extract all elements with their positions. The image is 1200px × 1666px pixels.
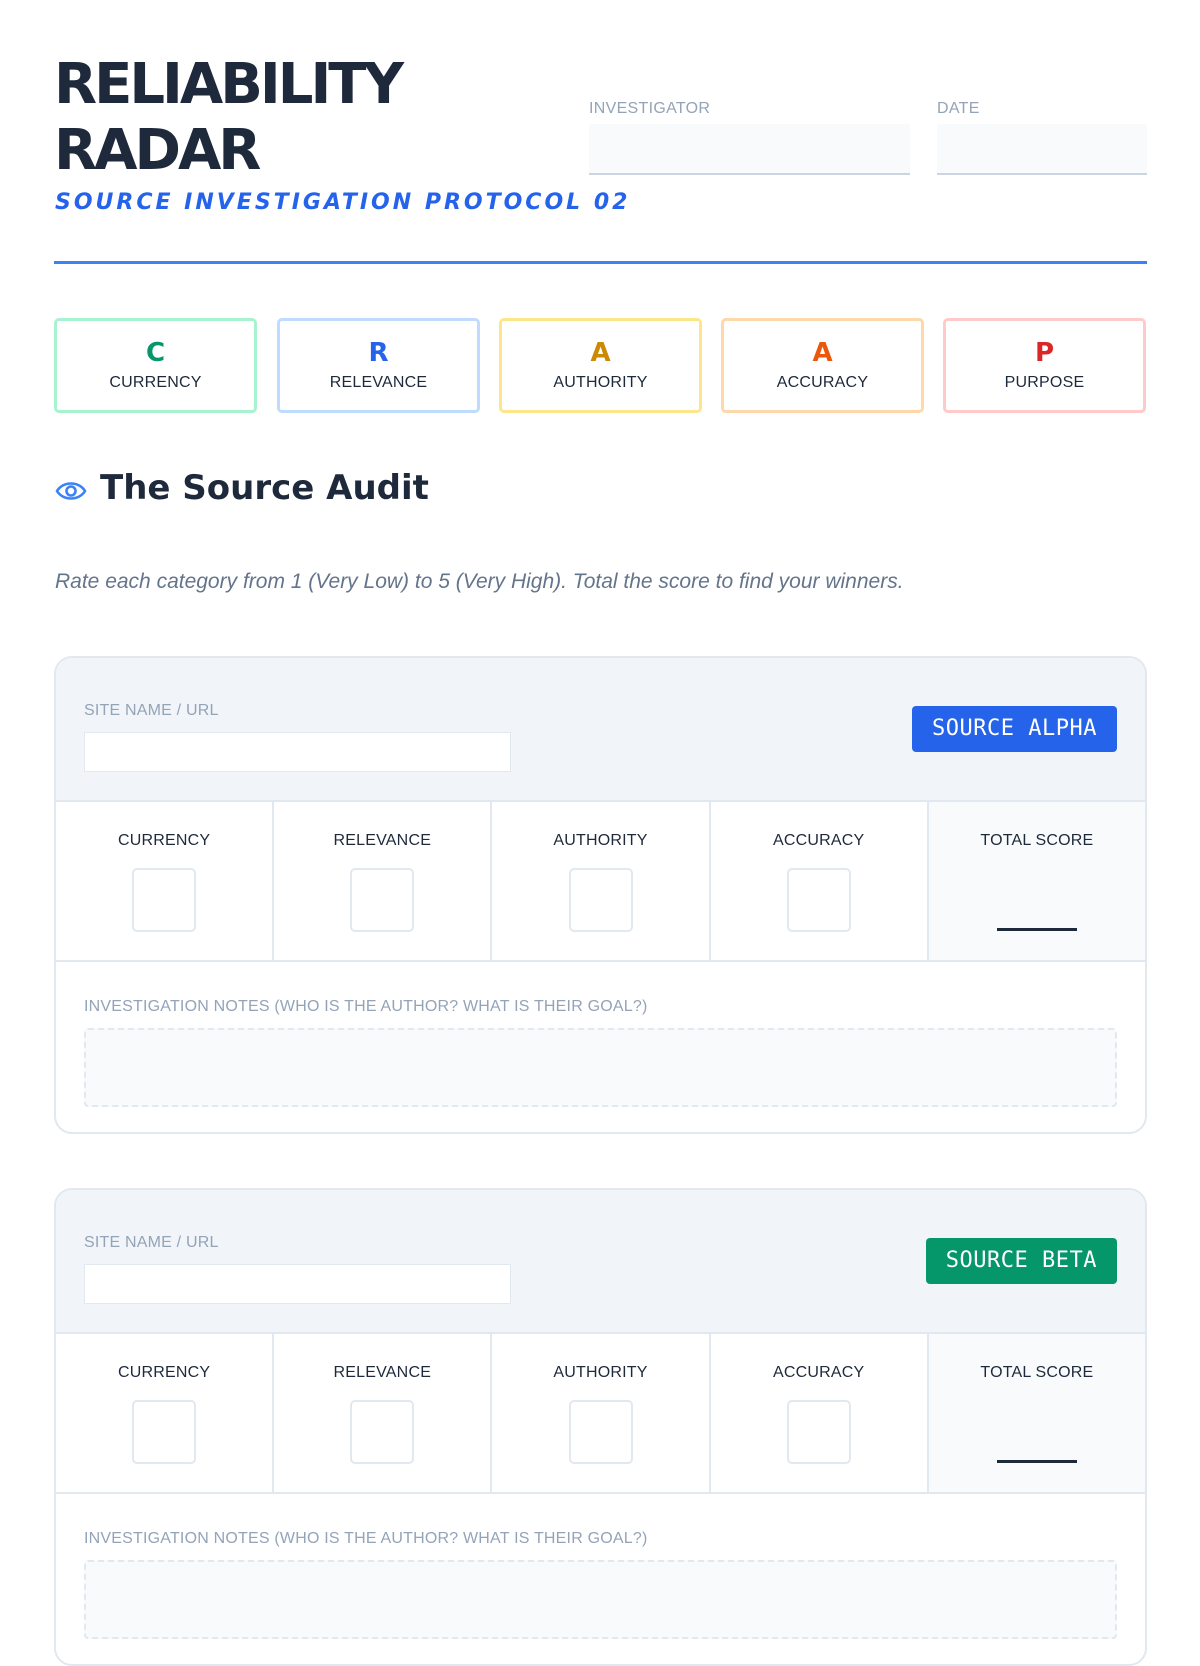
notes-area: INVESTIGATION NOTES (WHO IS THE AUTHOR? … xyxy=(56,1494,1145,1664)
score-label: RELEVANCE xyxy=(333,832,432,849)
date-label: DATE xyxy=(937,100,980,117)
score-cell-relevance: RELEVANCE xyxy=(274,802,493,960)
craap-word: AUTHORITY xyxy=(553,374,648,391)
source-header: SITE NAME / URL SOURCE ALPHA xyxy=(56,658,1145,802)
notes-area: INVESTIGATION NOTES (WHO IS THE AUTHOR? … xyxy=(56,962,1145,1132)
craap-word: ACCURACY xyxy=(776,374,869,391)
score-cell-accuracy: ACCURACY xyxy=(711,802,929,960)
craap-card-purpose: P PURPOSE xyxy=(943,318,1146,413)
score-cell-total: TOTAL SCORE xyxy=(928,1334,1145,1492)
source-card-beta: SITE NAME / URL SOURCE BETA CURRENCY REL… xyxy=(54,1188,1147,1666)
score-label: AUTHORITY xyxy=(553,832,648,849)
craap-word: PURPOSE xyxy=(1004,374,1085,391)
score-cell-authority: AUTHORITY xyxy=(492,802,711,960)
notes-label: INVESTIGATION NOTES (WHO IS THE AUTHOR? … xyxy=(84,998,648,1015)
page-subtitle: SOURCE INVESTIGATION PROTOCOL 02 xyxy=(55,190,631,215)
authority-score-box[interactable] xyxy=(568,1400,633,1464)
craap-letter: C xyxy=(145,338,166,368)
date-field[interactable] xyxy=(937,124,1147,175)
accuracy-score-box[interactable] xyxy=(786,868,851,932)
source-badge: SOURCE ALPHA xyxy=(912,706,1117,752)
craap-letter: P xyxy=(1034,338,1055,368)
total-score-line[interactable] xyxy=(996,1460,1077,1463)
score-label: AUTHORITY xyxy=(553,1364,648,1381)
total-score-label: TOTAL SCORE xyxy=(980,832,1094,849)
source-header: SITE NAME / URL SOURCE BETA xyxy=(56,1190,1145,1334)
score-cell-currency: CURRENCY xyxy=(56,1334,275,1492)
score-cell-total: TOTAL SCORE xyxy=(928,802,1145,960)
currency-score-box[interactable] xyxy=(132,868,197,932)
craap-card-authority: A AUTHORITY xyxy=(499,318,702,413)
notes-label: INVESTIGATION NOTES (WHO IS THE AUTHOR? … xyxy=(84,1530,648,1547)
site-url-input[interactable] xyxy=(84,1264,511,1304)
craap-word: CURRENCY xyxy=(109,374,202,391)
header-divider xyxy=(54,261,1147,264)
craap-card-currency: C CURRENCY xyxy=(54,318,257,413)
score-cell-currency: CURRENCY xyxy=(56,802,275,960)
score-label: CURRENCY xyxy=(117,1364,211,1381)
site-name-label: SITE NAME / URL xyxy=(84,702,219,719)
authority-score-box[interactable] xyxy=(568,868,633,932)
total-score-line[interactable] xyxy=(996,928,1077,931)
score-cell-relevance: RELEVANCE xyxy=(274,1334,493,1492)
score-row: CURRENCY RELEVANCE AUTHORITY ACCURACY TO… xyxy=(56,1334,1145,1494)
accuracy-score-box[interactable] xyxy=(786,1400,851,1464)
notes-input[interactable] xyxy=(84,1028,1117,1107)
eye-icon xyxy=(55,482,87,500)
instructions-text: Rate each category from 1 (Very Low) to … xyxy=(55,570,904,593)
currency-score-box[interactable] xyxy=(132,1400,197,1464)
total-score-label: TOTAL SCORE xyxy=(980,1364,1094,1381)
source-badge: SOURCE BETA xyxy=(925,1238,1117,1284)
title-line-1: RELIABILITY xyxy=(54,52,404,117)
score-cell-authority: AUTHORITY xyxy=(492,1334,711,1492)
craap-card-accuracy: A ACCURACY xyxy=(721,318,924,413)
source-card-alpha: SITE NAME / URL SOURCE ALPHA CURRENCY RE… xyxy=(54,656,1147,1134)
worksheet-page: RELIABILITY RADAR SOURCE INVESTIGATION P… xyxy=(0,0,1200,1666)
craap-word: RELEVANCE xyxy=(329,374,428,391)
score-label: RELEVANCE xyxy=(333,1364,432,1381)
section-title: The Source Audit xyxy=(100,468,429,508)
title-line-2: RADAR xyxy=(54,118,261,183)
score-label: CURRENCY xyxy=(117,832,211,849)
score-label: ACCURACY xyxy=(773,832,865,849)
score-cell-accuracy: ACCURACY xyxy=(711,1334,929,1492)
relevance-score-box[interactable] xyxy=(350,1400,415,1464)
investigator-label: INVESTIGATOR xyxy=(589,100,711,117)
site-url-input[interactable] xyxy=(84,732,511,772)
site-name-label: SITE NAME / URL xyxy=(84,1234,219,1251)
craap-letter: R xyxy=(368,338,389,368)
craap-letter: A xyxy=(812,338,833,368)
craap-card-relevance: R RELEVANCE xyxy=(277,318,480,413)
craap-letter: A xyxy=(590,338,611,368)
page-title: RELIABILITY RADAR xyxy=(54,52,574,184)
relevance-score-box[interactable] xyxy=(350,868,415,932)
score-row: CURRENCY RELEVANCE AUTHORITY ACCURACY TO… xyxy=(56,802,1145,962)
investigator-field[interactable] xyxy=(589,124,910,175)
score-label: ACCURACY xyxy=(773,1364,865,1381)
